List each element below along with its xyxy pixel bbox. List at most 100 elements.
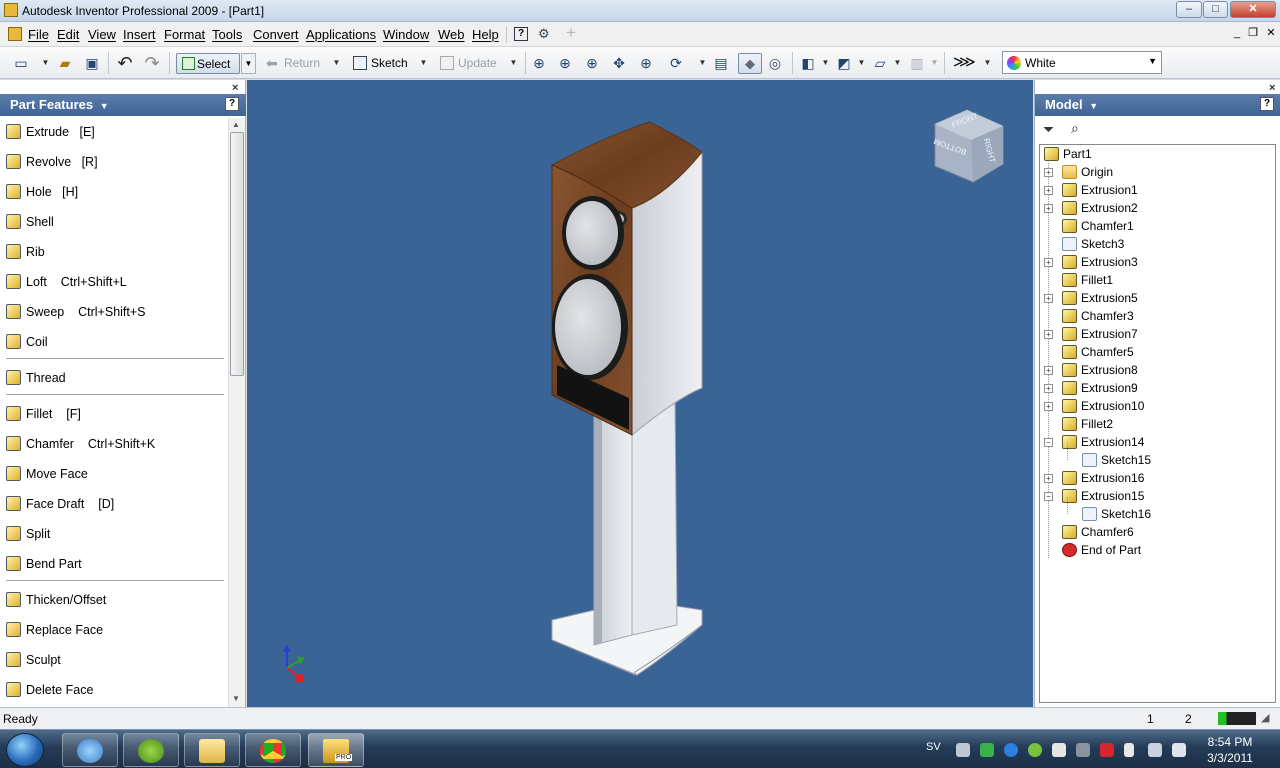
find-icon[interactable]: ⌕	[1071, 120, 1079, 137]
feature-fillet[interactable]: Fillet [F]	[0, 399, 226, 429]
feature-sweep[interactable]: Sweep Ctrl+Shift+S	[0, 297, 226, 327]
tray-bluetooth-icon[interactable]	[1004, 743, 1018, 757]
select-button[interactable]: Select	[176, 53, 240, 74]
scroll-up-icon[interactable]: ▲	[232, 120, 240, 129]
chevron-down-icon[interactable]: ▼	[1148, 56, 1157, 66]
feature-delete-face[interactable]: Delete Face	[0, 675, 226, 705]
menu-insert[interactable]: Insert	[123, 27, 156, 42]
tree-node[interactable]: Chamfer1	[1040, 217, 1274, 235]
add-icon[interactable]: +	[566, 24, 582, 41]
help-icon[interactable]: ?	[1260, 97, 1274, 111]
expand-icon[interactable]: +	[1044, 474, 1053, 483]
feature-split[interactable]: Split	[0, 519, 226, 549]
feature-shell[interactable]: Shell	[0, 207, 226, 237]
tree-node[interactable]: Sketch16	[1040, 497, 1274, 523]
menu-tools[interactable]: Tools	[212, 27, 242, 42]
design-doctor-icon[interactable]: ⋙	[953, 55, 976, 71]
feature-face-draft[interactable]: Face Draft [D]	[0, 489, 226, 519]
taskbar-inventor-button[interactable]: PRO	[308, 733, 364, 767]
feature-replace-face[interactable]: Replace Face	[0, 615, 226, 645]
ati-icon[interactable]	[1100, 743, 1114, 757]
panel-header[interactable]: Part Features ▼ ?	[0, 94, 246, 116]
menu-convert[interactable]: Convert	[253, 27, 299, 42]
look-at-icon[interactable]: ▤	[713, 55, 729, 71]
document-icon[interactable]	[8, 27, 22, 41]
maximize-button[interactable]: □	[1203, 1, 1228, 18]
feature-rib[interactable]: Rib	[0, 237, 226, 267]
expand-icon[interactable]: +	[1044, 258, 1053, 267]
feature-move-face[interactable]: Move Face	[0, 459, 226, 489]
zoom-selected-icon[interactable]: ⊕	[638, 55, 654, 71]
sketch-button[interactable]: Sketch	[351, 53, 417, 74]
menu-view[interactable]: View	[88, 27, 116, 42]
menu-file[interactable]: File	[28, 27, 49, 42]
expand-icon[interactable]: +	[1044, 384, 1053, 393]
tray-spotify-icon[interactable]	[1028, 743, 1042, 757]
minimize-button[interactable]: –	[1176, 1, 1202, 18]
menu-edit[interactable]: Edit	[57, 27, 79, 42]
new-dropdown-icon[interactable]: ▼	[41, 55, 50, 71]
pan-icon[interactable]: ✥	[611, 55, 627, 71]
tree-node[interactable]: Part1	[1040, 145, 1274, 163]
menu-web[interactable]: Web	[438, 27, 465, 42]
menu-help[interactable]: Help	[472, 27, 499, 42]
language-indicator[interactable]: SV	[926, 741, 941, 753]
expand-icon[interactable]: +	[1044, 402, 1053, 411]
tree-node[interactable]: Fillet2	[1040, 415, 1274, 433]
section-dropdown-icon[interactable]: ▼	[893, 55, 902, 71]
return-dropdown-icon[interactable]: ▼	[332, 55, 341, 71]
inventor-app-icon[interactable]	[4, 3, 18, 17]
orbit-icon[interactable]: ⟳	[668, 55, 684, 71]
expand-icon[interactable]: +	[1044, 168, 1053, 177]
feature-chamfer[interactable]: Chamfer Ctrl+Shift+K	[0, 429, 226, 459]
volume-icon[interactable]	[1172, 743, 1186, 757]
expand-icon[interactable]: +	[1044, 330, 1053, 339]
sketch-dropdown-icon[interactable]: ▼	[419, 55, 428, 71]
open-icon[interactable]: ▰	[57, 55, 73, 71]
feature-hole[interactable]: Hole [H]	[0, 177, 226, 207]
camera-dropdown-icon[interactable]: ▼	[857, 55, 866, 71]
save-icon[interactable]: ▣	[84, 55, 100, 71]
tree-node[interactable]: − Extrusion14	[1040, 433, 1274, 451]
tree-node[interactable]: + Extrusion1	[1040, 181, 1274, 199]
tree-node[interactable]: + Origin	[1040, 163, 1274, 181]
panel-header[interactable]: Model ▼ ?	[1035, 94, 1280, 116]
slice-dropdown-icon[interactable]: ▼	[930, 55, 939, 71]
zoom-icon[interactable]: ⊕	[584, 55, 600, 71]
expand-icon[interactable]: +	[1044, 186, 1053, 195]
view-cube-toggle-icon[interactable]: ◧	[800, 55, 816, 71]
expand-icon[interactable]: +	[1044, 294, 1053, 303]
tree-node[interactable]: Chamfer5	[1040, 343, 1274, 361]
section-view-icon[interactable]: ▱	[872, 55, 888, 71]
orbit-dropdown-icon[interactable]: ▼	[698, 55, 707, 71]
tree-node[interactable]: + Extrusion2	[1040, 199, 1274, 217]
new-document-icon[interactable]: ▭	[13, 55, 29, 71]
mdi-close-button[interactable]: ✕	[1264, 27, 1278, 40]
menu-applications[interactable]: Applications	[306, 27, 376, 42]
filter-icon[interactable]: ⏷	[1043, 121, 1054, 138]
taskbar-chrome-button[interactable]	[245, 733, 301, 767]
whats-this-help-icon[interactable]: ?	[514, 27, 528, 41]
tree-node[interactable]: Fillet1	[1040, 271, 1274, 289]
feature-revolve[interactable]: Revolve [R]	[0, 147, 226, 177]
tray-network-icon[interactable]	[1052, 743, 1066, 757]
tree-node[interactable]: + Extrusion9	[1040, 379, 1274, 397]
tree-node[interactable]: − Extrusion15	[1040, 487, 1274, 505]
menu-window[interactable]: Window	[383, 27, 429, 42]
subscription-center-icon[interactable]: ⚙	[538, 27, 554, 41]
feature-bend-part[interactable]: Bend Part	[0, 549, 226, 579]
tree-node[interactable]: + Extrusion7	[1040, 325, 1274, 343]
feature-thicken[interactable]: Thicken/Offset	[0, 585, 226, 615]
update-dropdown-icon[interactable]: ▼	[509, 55, 518, 71]
tray-app-icon[interactable]	[980, 743, 994, 757]
shaded-display-icon[interactable]: ◆	[738, 53, 762, 74]
vertical-scrollbar[interactable]: ▲ ▼	[228, 118, 245, 707]
action-center-flag-icon[interactable]	[1124, 743, 1134, 757]
feature-extrude[interactable]: Extrude [E]	[0, 117, 226, 147]
tree-node[interactable]: End of Part	[1040, 541, 1274, 559]
tree-node[interactable]: Sketch15	[1040, 443, 1274, 469]
feature-loft[interactable]: Loft Ctrl+Shift+L	[0, 267, 226, 297]
tree-node[interactable]: + Extrusion16	[1040, 469, 1274, 487]
close-panel-icon[interactable]: ×	[232, 82, 238, 94]
return-button[interactable]: ⬅ Return	[264, 53, 328, 74]
